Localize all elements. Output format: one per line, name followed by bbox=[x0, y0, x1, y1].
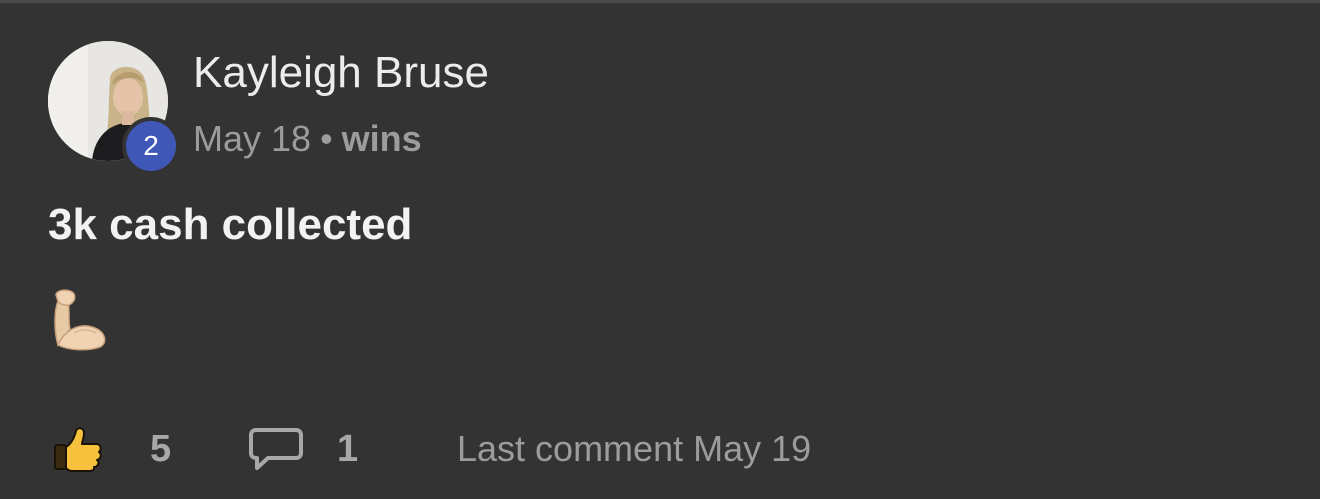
thumbs-up-icon bbox=[54, 427, 102, 472]
comment-count[interactable]: 1 bbox=[337, 425, 358, 473]
comment-button[interactable] bbox=[246, 425, 306, 473]
meta-separator: • bbox=[320, 118, 333, 159]
flexed-biceps-icon bbox=[54, 289, 106, 351]
post-body bbox=[50, 289, 114, 353]
post-date: May 18 bbox=[193, 118, 312, 159]
last-comment-link[interactable]: Last comment May 19 bbox=[457, 425, 811, 473]
author-avatar-container[interactable]: 2 bbox=[48, 41, 180, 175]
author-name[interactable]: Kayleigh Bruse bbox=[193, 47, 489, 99]
post-meta: May 18 • wins bbox=[193, 117, 422, 161]
post-card[interactable]: 2 Kayleigh Bruse May 18 • wins 3k cash col… bbox=[0, 0, 1320, 499]
post-category[interactable]: wins bbox=[342, 118, 422, 159]
like-button[interactable] bbox=[52, 425, 104, 473]
like-count[interactable]: 5 bbox=[150, 425, 171, 473]
post-title[interactable]: 3k cash collected bbox=[48, 199, 412, 251]
comment-bubble-icon bbox=[249, 428, 303, 470]
level-badge: 2 bbox=[122, 117, 180, 175]
post-actions: 5 1 Last comment May 19 bbox=[0, 421, 1320, 477]
